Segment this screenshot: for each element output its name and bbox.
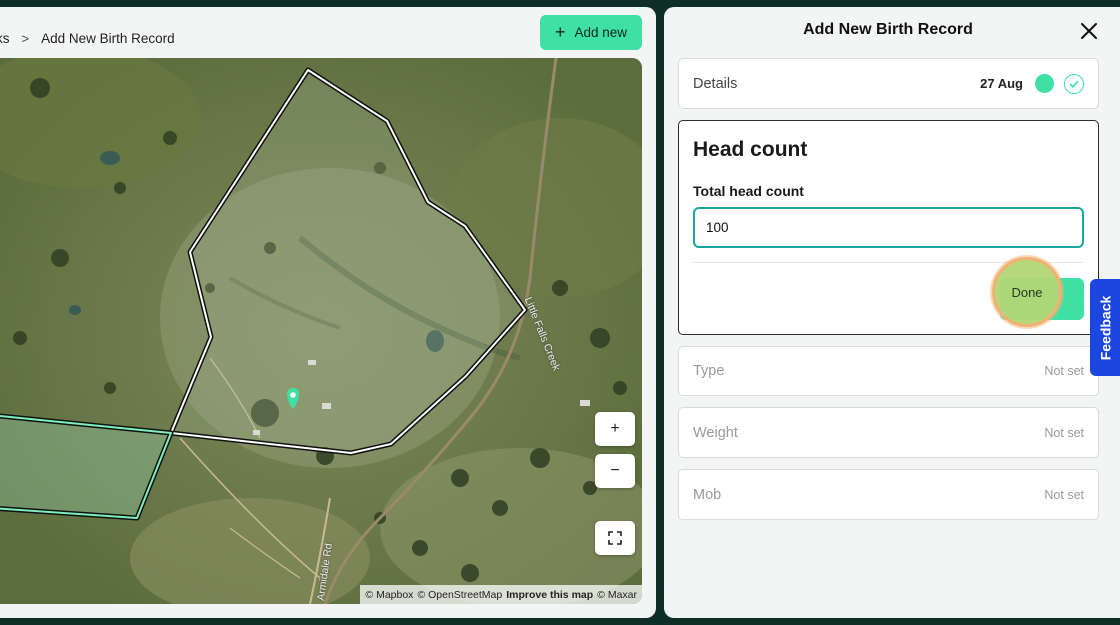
add-new-button[interactable]: + Add new (540, 15, 642, 50)
chevron-right-icon: > (21, 31, 30, 46)
breadcrumb-prev[interactable]: ks (0, 31, 10, 46)
attribution-osm[interactable]: © OpenStreetMap (417, 589, 502, 601)
details-date: 27 Aug (980, 76, 1023, 91)
attribution-mapbox[interactable]: © Mapbox (365, 589, 413, 601)
weight-row[interactable]: Weight Not set (678, 407, 1099, 458)
mob-row[interactable]: Mob Not set (678, 469, 1099, 520)
type-row[interactable]: Type Not set (678, 346, 1099, 396)
weight-value: Not set (1044, 425, 1084, 440)
minus-icon: − (610, 462, 620, 479)
done-button[interactable]: Done (992, 257, 1062, 327)
map-panel: ks > Add New Birth Record + Add new (0, 7, 656, 618)
close-icon[interactable] (1078, 20, 1100, 42)
birth-record-panel: Add New Birth Record Details 27 Aug Head… (664, 7, 1120, 618)
weight-label: Weight (693, 424, 738, 441)
zoom-in-button[interactable]: + (595, 412, 635, 446)
total-head-count-input[interactable] (693, 207, 1084, 248)
plus-icon: + (554, 21, 566, 42)
type-label: Type (693, 363, 725, 379)
zoom-out-button[interactable]: − (595, 454, 635, 488)
fullscreen-button[interactable] (595, 521, 635, 555)
breadcrumb-current: Add New Birth Record (41, 31, 175, 46)
feedback-tab[interactable]: Feedback (1090, 279, 1120, 376)
attribution-improve[interactable]: Improve this map (506, 589, 593, 601)
type-value: Not set (1044, 364, 1084, 378)
expand-icon (608, 531, 622, 545)
details-row[interactable]: Details 27 Aug (678, 58, 1099, 109)
total-head-count-label: Total head count (693, 183, 804, 199)
plus-icon: + (610, 420, 620, 437)
head-count-title: Head count (693, 138, 808, 161)
satellite-map[interactable]: Little Falls Creek Armidale Rd + − © Map… (0, 58, 642, 604)
done-label: Done (1011, 284, 1043, 300)
breadcrumb: ks > Add New Birth Record (0, 31, 175, 46)
feedback-label: Feedback (1097, 295, 1113, 360)
add-new-label: Add new (574, 25, 628, 40)
map-attribution: © Mapbox © OpenStreetMap Improve this ma… (360, 585, 642, 604)
head-count-card: Head count Total head count Done (678, 120, 1099, 335)
status-dot (1035, 74, 1054, 93)
details-label: Details (693, 75, 738, 92)
mob-label: Mob (693, 486, 722, 503)
panel-title: Add New Birth Record (803, 21, 973, 38)
mob-value: Not set (1044, 487, 1084, 502)
attribution-maxar[interactable]: © Maxar (597, 589, 637, 601)
check-circle-icon (1064, 73, 1084, 94)
